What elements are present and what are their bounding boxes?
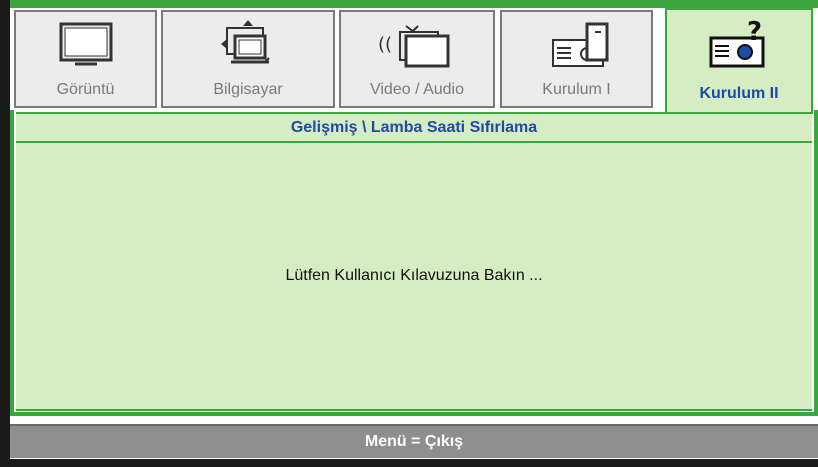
- tab-kurulum-1[interactable]: Kurulum I: [500, 10, 653, 108]
- tab-bilgisayar[interactable]: Bilgisayar: [161, 10, 335, 108]
- tab-label: Bilgisayar: [213, 81, 283, 98]
- tab-label: Kurulum I: [542, 81, 611, 98]
- divider: [10, 416, 818, 424]
- tab-kurulum-2[interactable]: ? Kurulum II: [665, 8, 813, 114]
- tab-label: Görüntü: [56, 81, 115, 98]
- svg-text:?: ?: [747, 17, 762, 47]
- tab-goruntu[interactable]: Görüntü: [14, 10, 157, 108]
- content-panel: Lütfen Kullanıcı Kılavuzuna Bakın ...: [16, 143, 812, 411]
- tab-bar: Görüntü Bilgisayar (( Video / Audio Kuru…: [10, 8, 818, 114]
- tab-video-audio[interactable]: (( Video / Audio: [339, 10, 495, 108]
- monitor-icon: [55, 18, 117, 75]
- top-accent-line: [10, 0, 818, 8]
- breadcrumb: Gelişmiş \ Lamba Saati Sıfırlama: [16, 112, 812, 143]
- video-audio-icon: ((: [376, 18, 458, 75]
- projector-help-icon: ?: [701, 16, 777, 77]
- info-message: Lütfen Kullanıcı Kılavuzuna Bakın ...: [285, 267, 543, 284]
- computer-icon: [213, 18, 283, 77]
- tab-label: Kurulum II: [699, 85, 779, 102]
- tab-label: Video / Audio: [369, 81, 464, 98]
- projector-setup-icon: [539, 18, 615, 75]
- footer-hint: Menü = Çıkış: [10, 424, 818, 458]
- svg-text:((: ((: [378, 34, 392, 55]
